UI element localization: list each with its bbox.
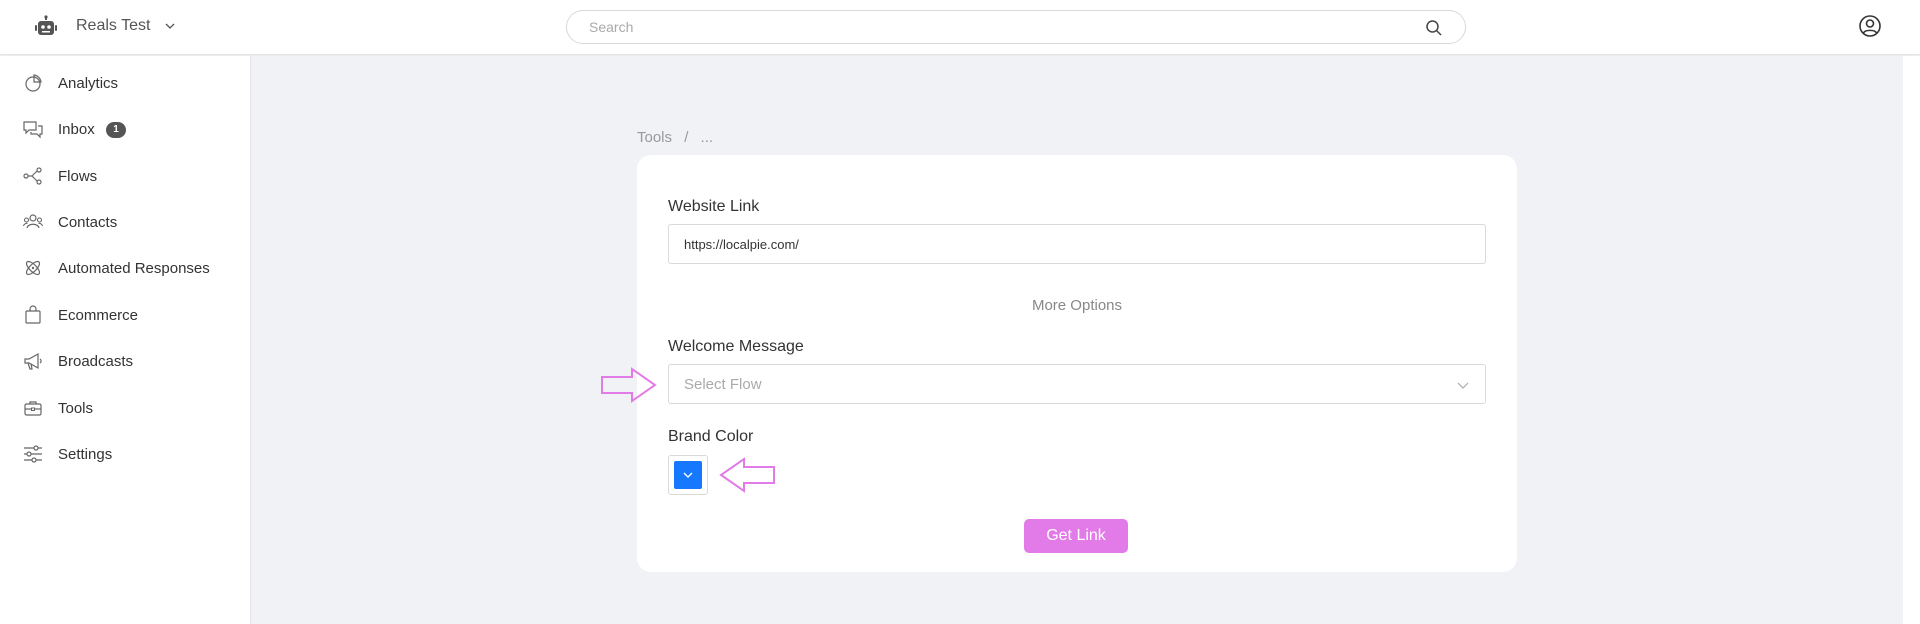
workspace-selector[interactable]: Reals Test xyxy=(76,17,176,35)
brand-color-label: Brand Color xyxy=(668,428,754,445)
sidebar-item-label: Settings xyxy=(58,445,113,463)
sidebar-item-inbox[interactable]: Inbox 1 xyxy=(0,109,250,149)
sidebar-item-label: Broadcasts xyxy=(58,352,134,370)
sidebar-item-analytics[interactable]: Analytics xyxy=(0,63,250,103)
welcome-message-select[interactable]: Select Flow xyxy=(668,364,1486,404)
more-options-link[interactable]: More Options xyxy=(637,297,1517,314)
sidebar-item-settings[interactable]: Settings xyxy=(0,434,250,474)
top-bar: Reals Test xyxy=(0,0,1920,55)
breadcrumb-tools-link[interactable]: Tools xyxy=(637,129,672,146)
sidebar-item-broadcasts[interactable]: Broadcasts xyxy=(0,341,250,381)
chevron-down-icon xyxy=(1457,382,1469,389)
sidebar-item-ecommerce[interactable]: Ecommerce xyxy=(0,295,250,335)
website-link-input[interactable] xyxy=(669,225,1449,263)
sidebar-item-flows[interactable]: Flows xyxy=(0,156,250,196)
breadcrumb-current: ... xyxy=(700,129,714,146)
search-box xyxy=(566,10,1466,44)
sidebar-item-label: Flows xyxy=(58,167,98,185)
bot-icon xyxy=(35,15,57,35)
pie-chart-icon xyxy=(25,74,42,92)
sidebar-item-label: Automated Responses xyxy=(58,259,210,277)
contacts-icon xyxy=(23,214,43,229)
sidebar: Analytics Inbox 1 Flows Contacts Automat… xyxy=(0,56,251,624)
workspace-name: Reals Test xyxy=(76,17,151,34)
sidebar-item-label: Tools xyxy=(58,399,94,417)
breadcrumb: Tools / ... xyxy=(637,129,721,146)
breadcrumb-separator: / xyxy=(684,129,689,146)
megaphone-icon xyxy=(24,352,42,370)
website-link-label: Website Link xyxy=(668,198,760,215)
chevron-down-icon xyxy=(165,23,175,29)
sidebar-item-tools[interactable]: Tools xyxy=(0,388,250,428)
get-link-button[interactable]: Get Link xyxy=(1024,519,1128,553)
annotation-arrow-left-icon xyxy=(719,457,775,493)
toolbox-icon xyxy=(24,401,42,416)
user-account-icon[interactable] xyxy=(1858,14,1882,38)
chat-icon xyxy=(23,121,43,139)
unread-count-badge: 1 xyxy=(106,122,126,138)
sidebar-item-automated-responses[interactable]: Automated Responses xyxy=(0,248,250,288)
welcome-message-label: Welcome Message xyxy=(668,338,804,355)
sidebar-item-contacts[interactable]: Contacts xyxy=(0,202,250,242)
sidebar-item-label: Ecommerce xyxy=(58,306,139,324)
search-input[interactable] xyxy=(589,19,1389,35)
scrollbar-track[interactable] xyxy=(1903,56,1920,624)
chat-widget-form-card: Website Link More Options Welcome Messag… xyxy=(637,155,1517,572)
select-flow-placeholder: Select Flow xyxy=(684,376,762,393)
website-link-field xyxy=(668,224,1486,264)
sliders-icon xyxy=(24,445,42,463)
brand-color-picker[interactable] xyxy=(668,455,708,495)
search-icon[interactable] xyxy=(1425,19,1443,37)
sidebar-item-label: Contacts xyxy=(58,213,118,231)
shopping-bag-icon xyxy=(25,305,41,324)
sidebar-item-label: Inbox xyxy=(58,120,95,138)
sidebar-item-label: Analytics xyxy=(58,74,119,92)
annotation-arrow-right-icon xyxy=(601,367,657,403)
chevron-down-icon xyxy=(683,472,693,478)
flow-icon xyxy=(23,167,42,185)
atom-icon xyxy=(25,260,41,276)
